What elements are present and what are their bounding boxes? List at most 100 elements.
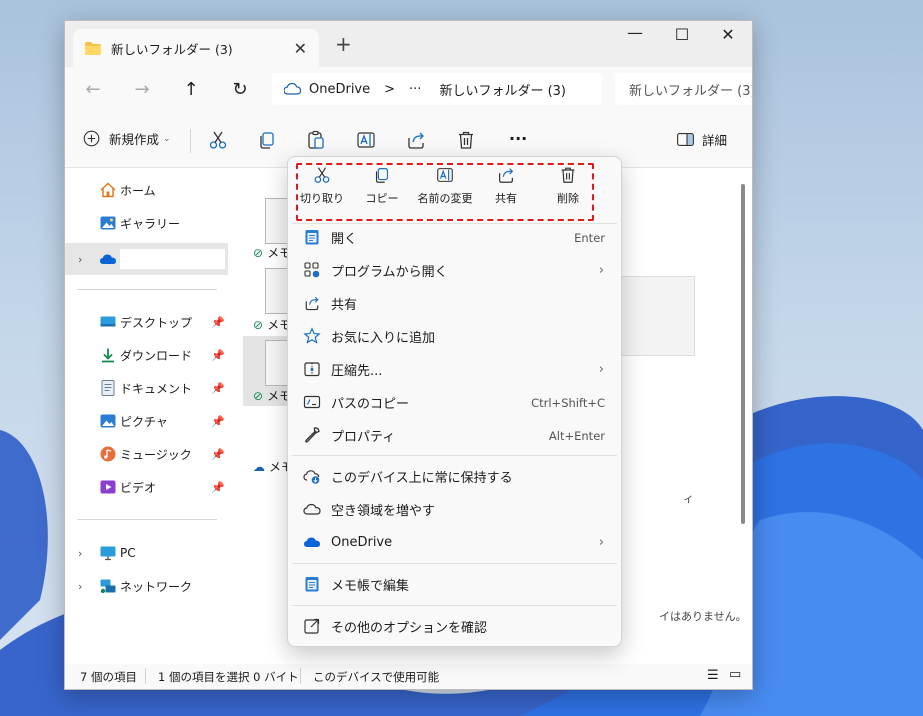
up-button[interactable]: ↑ <box>179 79 203 100</box>
context-menu: 切り取り コピー 名前の変更 共有 削除 開く Enter プログラムから開く … <box>287 156 622 647</box>
pin-icon[interactable]: 📌 <box>211 415 225 428</box>
new-item-button[interactable]: 新規作成 ⌄ <box>83 129 171 148</box>
more-options-button[interactable]: ··· <box>509 129 527 148</box>
status-bar: 7 個の項目 1 個の項目を選択 0 バイト このデバイスで使用可能 ☰ ▭ <box>65 664 752 689</box>
sidebar-item-documents[interactable]: ドキュメント 📌 <box>65 372 228 404</box>
context-share-button[interactable]: 共有 <box>476 165 536 217</box>
sidebar-label: デスクトップ <box>120 315 193 330</box>
sidebar-item-downloads[interactable]: ダウンロード 📌 <box>65 339 228 371</box>
tiles-view-icon[interactable]: ▭ <box>729 667 741 682</box>
menu-item-label: その他のオプションを確認 <box>331 621 488 636</box>
menu-item-more-options[interactable]: その他のオプションを確認 <box>288 610 621 643</box>
breadcrumb[interactable]: OneDrive > ··· 新しいフォルダー (3) <box>272 73 602 105</box>
onedrive-label-field <box>120 249 225 269</box>
cloud-icon <box>284 83 301 95</box>
details-pane-icon <box>677 133 694 146</box>
details-pane-button[interactable]: 詳細 <box>677 130 727 149</box>
sidebar-item-pc[interactable]: › PC <box>65 537 228 569</box>
pin-icon[interactable]: 📌 <box>211 448 225 461</box>
gallery-icon <box>100 216 116 230</box>
context-cut-button[interactable]: 切り取り <box>292 165 352 217</box>
navigation-pane: ホーム ギャラリー › デスクトップ 📌 ダウンロード 📌 ドキュメント 📌 ピ… <box>65 168 228 664</box>
context-copy-button[interactable]: コピー <box>352 165 412 217</box>
breadcrumb-ellipsis[interactable]: ··· <box>409 82 421 97</box>
menu-item-label: 圧縮先... <box>331 364 383 379</box>
menu-item-edit-notepad[interactable]: メモ帳で編集 <box>288 568 621 601</box>
file-item[interactable]: ⊘ メモ <box>253 244 291 261</box>
menu-item-free-space[interactable]: 空き領域を増やす <box>288 493 621 526</box>
breadcrumb-current[interactable]: 新しいフォルダー (3) <box>439 80 566 99</box>
sidebar-item-gallery[interactable]: ギャラリー <box>65 207 228 239</box>
back-button[interactable]: ← <box>81 79 105 100</box>
pin-icon[interactable]: 📌 <box>211 481 225 494</box>
star-icon <box>303 327 321 344</box>
desktop-folder-icon <box>100 316 116 327</box>
sidebar-item-home[interactable]: ホーム <box>65 174 228 206</box>
status-availability: このデバイスで使用可能 <box>313 670 440 684</box>
menu-item-shortcut: Alt+Enter <box>548 428 605 443</box>
quick-action-label: 名前の変更 <box>417 192 473 205</box>
sidebar-label: ネットワーク <box>120 579 193 594</box>
menu-divider <box>292 605 617 606</box>
synced-check-icon: ⊘ <box>253 388 264 403</box>
tab-close-icon[interactable]: ✕ <box>294 39 307 58</box>
sidebar-label: ビデオ <box>120 480 157 495</box>
toolbar-divider <box>190 129 191 153</box>
address-bar-row: ← → ↑ ↻ OneDrive > ··· 新しいフォルダー (3) 新しいフ… <box>65 67 752 115</box>
share-icon[interactable] <box>405 129 427 151</box>
close-window-button[interactable]: ✕ <box>705 25 751 44</box>
new-tab-button[interactable]: + <box>335 32 352 56</box>
rename-icon <box>437 168 453 182</box>
paste-icon[interactable] <box>305 129 327 151</box>
menu-item-properties[interactable]: プロパティ Alt+Enter <box>288 419 621 452</box>
menu-item-copy-path[interactable]: パスのコピー Ctrl+Shift+C <box>288 386 621 419</box>
scrollbar[interactable] <box>741 184 745 524</box>
sidebar-item-videos[interactable]: ビデオ 📌 <box>65 471 228 503</box>
menu-item-open[interactable]: 開く Enter <box>288 221 621 254</box>
document-icon <box>101 380 115 396</box>
menu-item-label: メモ帳で編集 <box>331 579 410 594</box>
menu-item-keep-on-device[interactable]: このデバイス上に常に保持する <box>288 460 621 493</box>
menu-item-add-favorite[interactable]: お気に入りに追加 <box>288 320 621 353</box>
sidebar-label: ミュージック <box>120 447 192 462</box>
search-input[interactable]: 新しいフォルダー (3)の検 <box>615 73 752 105</box>
delete-icon[interactable] <box>455 129 477 151</box>
sidebar-label: ピクチャ <box>120 414 168 429</box>
maximize-button[interactable]: ☐ <box>659 25 705 44</box>
minimize-button[interactable]: — <box>612 23 658 42</box>
copy-icon[interactable] <box>256 129 278 151</box>
pin-icon[interactable]: 📌 <box>211 382 225 395</box>
cloud-download-icon <box>303 470 320 484</box>
list-view-icon[interactable]: ☰ <box>707 668 719 683</box>
file-item[interactable]: ⊘ メモ <box>253 387 291 404</box>
sidebar-item-onedrive[interactable]: › <box>65 243 228 275</box>
menu-item-label: お気に入りに追加 <box>331 331 436 346</box>
sidebar-item-pictures[interactable]: ピクチャ 📌 <box>65 405 228 437</box>
sidebar-item-network[interactable]: › ネットワーク <box>65 570 228 602</box>
pin-icon[interactable]: 📌 <box>211 316 225 329</box>
cloud-status-icon: ☁ <box>253 459 265 474</box>
refresh-button[interactable]: ↻ <box>228 79 252 100</box>
menu-item-compress[interactable]: 圧縮先... › <box>288 353 621 386</box>
chevron-right-icon: › <box>598 362 604 377</box>
forward-button[interactable]: → <box>130 79 154 100</box>
breadcrumb-root[interactable]: OneDrive <box>309 82 370 97</box>
zip-folder-icon <box>304 362 320 377</box>
sidebar-item-music[interactable]: ミュージック 📌 <box>65 438 228 470</box>
cut-icon[interactable] <box>207 129 229 151</box>
menu-item-open-with[interactable]: プログラムから開く › <box>288 254 621 287</box>
menu-item-share[interactable]: 共有 <box>288 287 621 320</box>
file-item[interactable]: ⊘ メモ <box>253 316 291 333</box>
preview-text-fragment: イはありません。 <box>659 610 747 623</box>
folder-tab[interactable]: 新しいフォルダー (3) ✕ <box>73 29 319 67</box>
onedrive-cloud-icon <box>100 254 116 264</box>
sidebar-item-desktop[interactable]: デスクトップ 📌 <box>65 306 228 338</box>
context-rename-button[interactable]: 名前の変更 <box>410 165 480 217</box>
music-icon <box>100 446 116 462</box>
rename-icon[interactable] <box>355 129 377 151</box>
pin-icon[interactable]: 📌 <box>211 349 225 362</box>
chevron-right-icon: › <box>78 579 83 593</box>
menu-item-onedrive[interactable]: OneDrive › <box>288 526 621 559</box>
context-delete-button[interactable]: 削除 <box>538 165 598 217</box>
sidebar-label: ギャラリー <box>120 216 181 231</box>
